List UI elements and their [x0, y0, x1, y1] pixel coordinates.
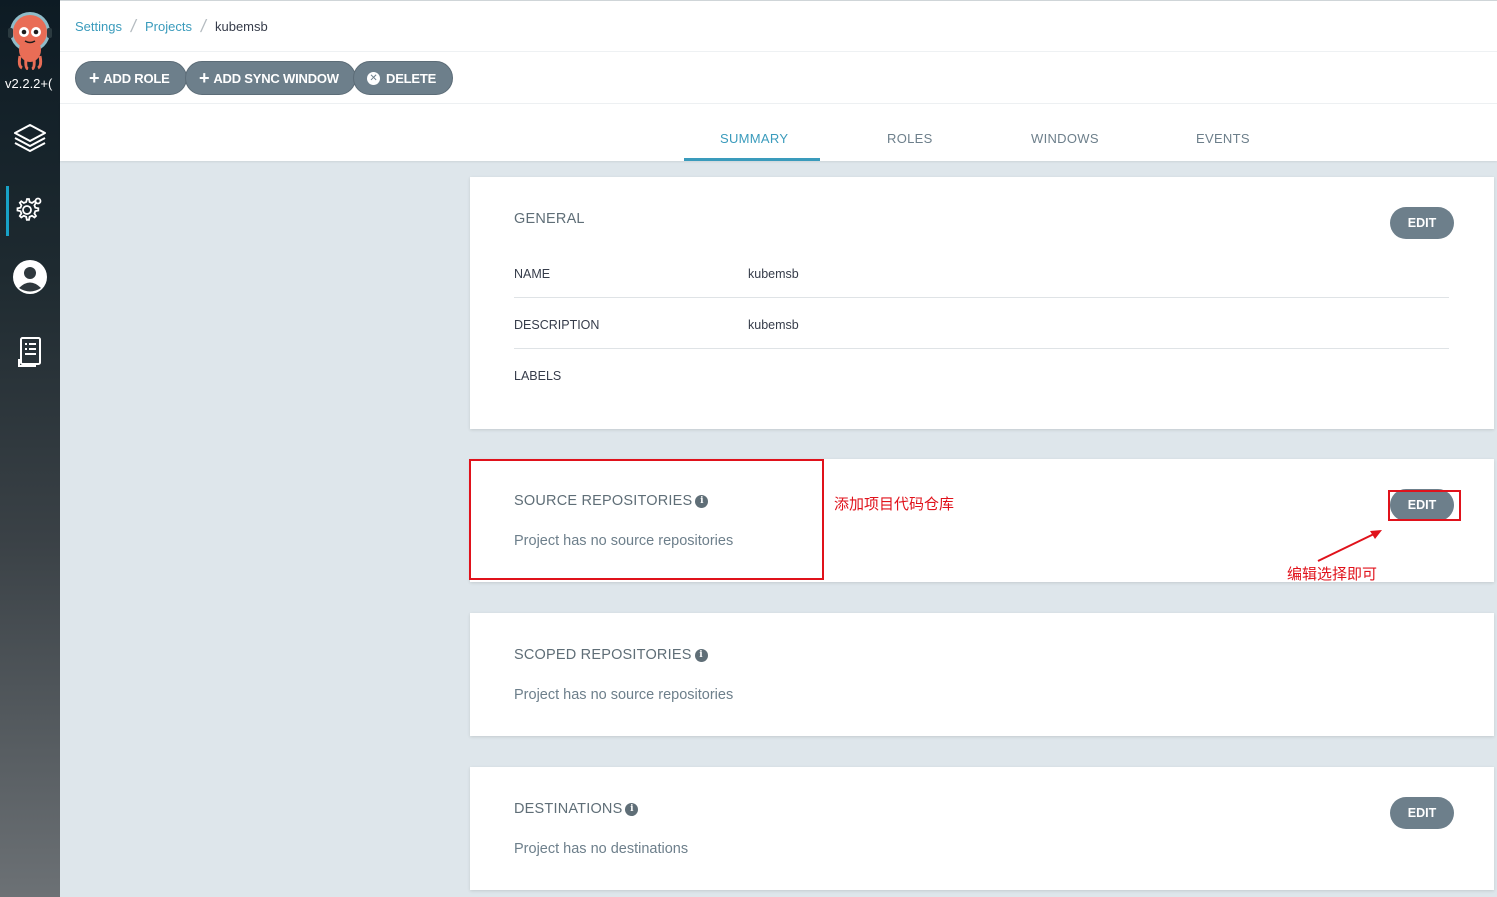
tab-events[interactable]: EVENTS: [1196, 131, 1250, 146]
name-key: NAME: [514, 267, 551, 281]
general-row-name: NAME kubemsb: [514, 247, 1449, 298]
breadcrumb-projects[interactable]: Projects: [145, 19, 192, 34]
user-info-nav[interactable]: [12, 259, 48, 300]
edit-button-highlight: [1388, 490, 1461, 521]
breadcrumb-bar: Settings / Projects / kubemsb: [60, 0, 1497, 52]
layers-icon: [13, 121, 47, 160]
general-row-labels: LABELS: [514, 349, 1449, 400]
argo-logo[interactable]: [6, 10, 54, 71]
general-row-description: DESCRIPTION kubemsb: [514, 298, 1449, 349]
info-icon[interactable]: i: [625, 802, 639, 816]
breadcrumb-settings[interactable]: Settings: [75, 19, 122, 34]
breadcrumb-current: kubemsb: [214, 19, 268, 34]
source-repositories-highlight: [469, 459, 824, 580]
add-sync-window-button[interactable]: + ADD SYNC WINDOW: [185, 61, 356, 95]
general-card: GENERAL EDIT NAME kubemsb DESCRIPTION ku…: [470, 177, 1494, 429]
sidebar: v2.2.2+(: [0, 0, 60, 897]
labels-key: LABELS: [514, 369, 562, 383]
scoped-repositories-title-text: SCOPED REPOSITORIES: [514, 647, 692, 663]
description-value: kubemsb: [748, 318, 799, 332]
version-label: v2.2.2+(: [5, 76, 53, 91]
scoped-repositories-card: SCOPED REPOSITORIES i Project has no sou…: [470, 613, 1494, 736]
general-edit-button[interactable]: EDIT: [1390, 207, 1454, 239]
destinations-empty: Project has no destinations: [514, 841, 689, 857]
close-circle-icon: ✕: [367, 71, 380, 85]
destinations-card: DESTINATIONS i Project has no destinatio…: [470, 767, 1494, 890]
tab-roles[interactable]: ROLES: [887, 131, 933, 146]
tab-bar: SUMMARY ROLES WINDOWS EVENTS: [60, 104, 1497, 161]
edit-annotation: 编辑选择即可: [1287, 565, 1378, 583]
add-repo-annotation: 添加项目代码仓库: [834, 495, 955, 513]
name-value: kubemsb: [748, 267, 799, 281]
add-role-button[interactable]: + ADD ROLE: [75, 61, 187, 95]
annotation-arrow: [1317, 530, 1382, 562]
destinations-title-text: DESTINATIONS: [514, 801, 623, 817]
breadcrumb: Settings / Projects / kubemsb: [75, 16, 268, 36]
general-title: GENERAL: [514, 211, 585, 227]
active-tab-underline: [684, 158, 820, 161]
delete-label: DELETE: [386, 70, 437, 86]
destinations-edit-button[interactable]: EDIT: [1390, 797, 1454, 829]
add-role-label: ADD ROLE: [103, 70, 170, 86]
breadcrumb-separator: /: [129, 16, 138, 36]
action-bar: + ADD ROLE + ADD SYNC WINDOW ✕ DELETE: [60, 52, 1497, 104]
breadcrumb-separator: /: [199, 16, 208, 36]
destinations-title: DESTINATIONS i: [514, 801, 639, 817]
delete-button[interactable]: ✕ DELETE: [353, 61, 454, 95]
applications-nav[interactable]: [12, 122, 48, 158]
description-key: DESCRIPTION: [514, 318, 600, 332]
gear-icon: [14, 193, 46, 230]
plus-icon: +: [199, 68, 210, 88]
settings-nav[interactable]: [12, 193, 48, 229]
plus-icon: +: [89, 68, 100, 88]
tab-windows[interactable]: WINDOWS: [1031, 131, 1099, 146]
user-icon: [12, 259, 48, 300]
active-nav-indicator: [6, 186, 9, 236]
docs-icon: [16, 336, 44, 373]
scoped-repositories-empty: Project has no source repositories: [514, 687, 734, 703]
info-icon[interactable]: i: [694, 648, 708, 662]
tab-summary[interactable]: SUMMARY: [720, 131, 788, 146]
add-sync-window-label: ADD SYNC WINDOW: [213, 70, 339, 86]
docs-nav[interactable]: [12, 336, 48, 372]
scoped-repositories-title: SCOPED REPOSITORIES i: [514, 647, 708, 663]
